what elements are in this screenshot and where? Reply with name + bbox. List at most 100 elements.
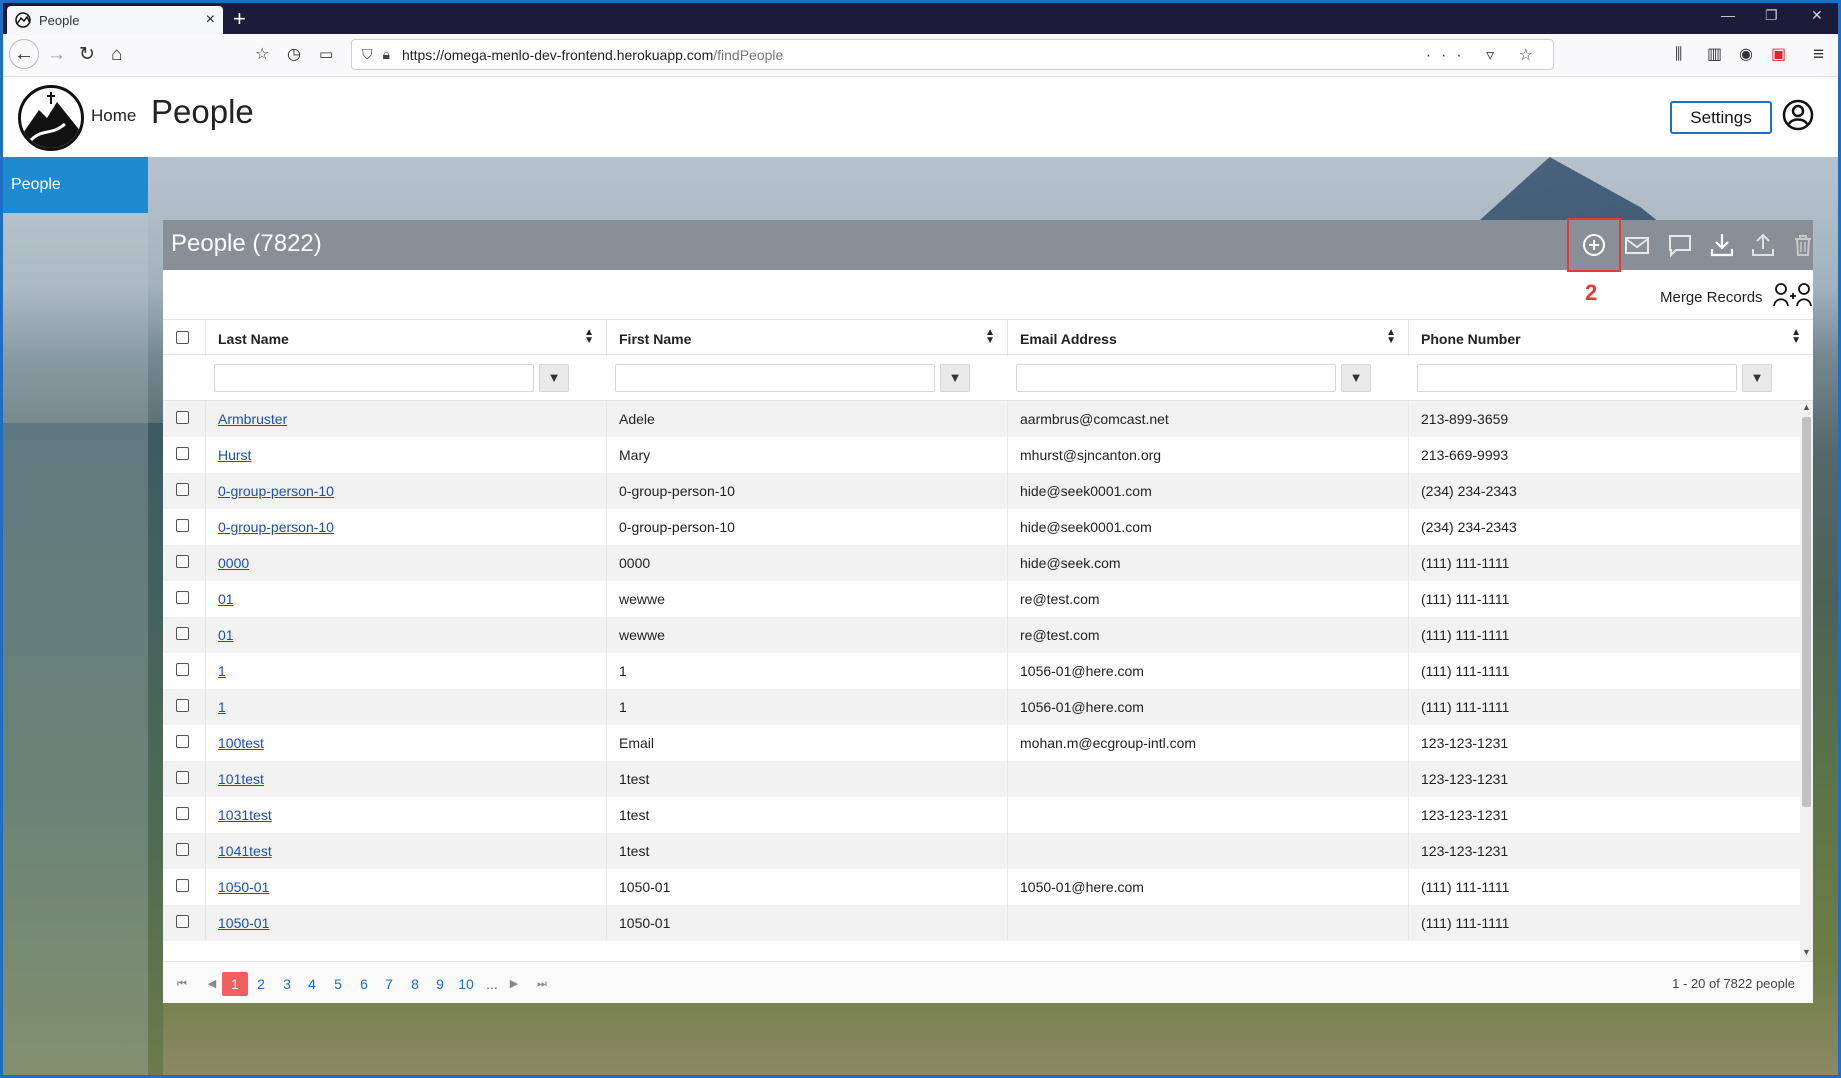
row-checkbox[interactable]	[176, 555, 189, 568]
row-checkbox[interactable]	[176, 735, 189, 748]
history-icon[interactable]: ◷	[287, 44, 301, 66]
table-row[interactable]: 0-group-person-10 0-group-person-10 hide@s…	[163, 509, 1813, 545]
row-checkbox[interactable]	[176, 447, 189, 460]
page-link[interactable]: 2	[248, 972, 274, 996]
first-name-filter-input[interactable]	[615, 364, 935, 392]
page-link[interactable]: 6	[351, 972, 377, 996]
merge-users-icon[interactable]	[1773, 282, 1813, 308]
last-page-icon[interactable]: ⏭	[529, 972, 555, 996]
person-link[interactable]: 0-group-person-10	[218, 519, 334, 535]
last-name-filter-input[interactable]	[214, 364, 534, 392]
home-link[interactable]: Home	[91, 106, 136, 126]
phone-filter-input[interactable]	[1417, 364, 1737, 392]
scroll-thumb[interactable]	[1802, 417, 1811, 807]
address-bar[interactable]: ⛉ 🔒︎ https://omega-menlo-dev-frontend.he…	[351, 39, 1554, 70]
row-checkbox[interactable]	[176, 771, 189, 784]
page-actions-icon[interactable]: ··· ▿ ☆	[1426, 45, 1543, 65]
column-header-email[interactable]: Email Address ▲ ▼	[1007, 320, 1408, 356]
filter-icon[interactable]: ▼	[1742, 364, 1772, 392]
table-row[interactable]: Hurst Mary mhurst@sjncanton.org 213-669-999…	[163, 437, 1813, 473]
minimize-icon[interactable]: —	[1721, 7, 1735, 23]
upload-icon[interactable]	[1749, 231, 1777, 259]
pager-ellipsis[interactable]: ...	[479, 972, 505, 996]
row-checkbox[interactable]	[176, 483, 189, 496]
library-icon[interactable]: ⫼	[1675, 44, 1682, 66]
scroll-down-icon[interactable]: ▼	[1802, 947, 1811, 957]
browser-tab[interactable]: People ×	[7, 6, 223, 34]
reload-icon[interactable]: ↻	[79, 44, 95, 66]
folder-icon[interactable]: ▭	[319, 44, 333, 66]
new-tab-icon[interactable]: +	[233, 6, 246, 32]
person-link[interactable]: 1050-01	[218, 915, 269, 931]
table-row[interactable]: 01 wewwe re@test.com (111) 111-1111	[163, 581, 1813, 617]
page-link[interactable]: 3	[274, 972, 300, 996]
row-checkbox[interactable]	[176, 411, 189, 424]
menu-icon[interactable]: ≡	[1813, 44, 1824, 66]
column-header-phone[interactable]: Phone Number ▲ ▼	[1408, 320, 1813, 356]
table-scrollbar[interactable]: ▲ ▼	[1800, 401, 1813, 961]
page-link[interactable]: 7	[376, 972, 402, 996]
row-checkbox[interactable]	[176, 699, 189, 712]
close-window-icon[interactable]: ✕	[1811, 7, 1823, 24]
table-row[interactable]: 1 1 1056-01@here.com (111) 111-1111	[163, 653, 1813, 689]
filter-icon[interactable]: ▼	[940, 364, 970, 392]
forward-icon[interactable]: →	[47, 44, 66, 66]
person-link[interactable]: 100test	[218, 735, 264, 751]
person-link[interactable]: 101test	[218, 771, 264, 787]
message-icon[interactable]	[1666, 231, 1694, 259]
tab-close-icon[interactable]: ×	[206, 11, 215, 29]
sidebar-item-people[interactable]: People	[3, 157, 148, 213]
sort-icon[interactable]: ▲ ▼	[1386, 328, 1396, 346]
table-row[interactable]: 1050-01 1050-01 1050-01@here.com (111) 111-…	[163, 869, 1813, 905]
pocket-icon[interactable]: ▣	[1771, 44, 1786, 66]
sidebar-toggle-icon[interactable]: ▥	[1707, 44, 1722, 66]
logo[interactable]	[18, 85, 84, 151]
sort-icon[interactable]: ▲ ▼	[1791, 328, 1801, 346]
person-link[interactable]: Hurst	[218, 447, 251, 463]
trash-icon[interactable]	[1789, 231, 1817, 259]
select-all-checkbox[interactable]	[176, 331, 189, 344]
back-icon[interactable]: ←	[9, 39, 39, 69]
page-link[interactable]: 8	[402, 972, 428, 996]
page-link[interactable]: 9	[427, 972, 453, 996]
table-row[interactable]: 100test Email mohan.m@ecgroup-intl.com 123-…	[163, 725, 1813, 761]
table-row[interactable]: Armbruster Adele aarmbrus@comcast.net 213-8…	[163, 401, 1813, 437]
scroll-up-icon[interactable]: ▲	[1802, 402, 1811, 412]
row-checkbox[interactable]	[176, 519, 189, 532]
download-icon[interactable]	[1708, 231, 1736, 259]
table-row[interactable]: 1031test 1test 123-123-1231	[163, 797, 1813, 833]
row-checkbox[interactable]	[176, 627, 189, 640]
user-profile-icon[interactable]	[1782, 99, 1814, 131]
row-checkbox[interactable]	[176, 915, 189, 928]
person-link[interactable]: Armbruster	[218, 411, 287, 427]
bookmark-add-icon[interactable]: ☆	[255, 44, 269, 66]
person-link[interactable]: 1050-01	[218, 879, 269, 895]
page-link[interactable]: 5	[325, 972, 351, 996]
filter-icon[interactable]: ▼	[539, 364, 569, 392]
email-filter-input[interactable]	[1016, 364, 1336, 392]
person-link[interactable]: 1	[218, 663, 226, 679]
page-link[interactable]: 4	[299, 972, 325, 996]
person-link[interactable]: 0-group-person-10	[218, 483, 334, 499]
row-checkbox[interactable]	[176, 591, 189, 604]
person-link[interactable]: 1	[218, 699, 226, 715]
person-link[interactable]: 0000	[218, 555, 249, 571]
restore-icon[interactable]: ❐	[1765, 7, 1778, 24]
table-row[interactable]: 01 wewwe re@test.com (111) 111-1111	[163, 617, 1813, 653]
person-link[interactable]: 01	[218, 627, 234, 643]
email-icon[interactable]	[1623, 231, 1651, 259]
home-icon[interactable]: ⌂	[111, 44, 122, 66]
table-row[interactable]: 1041test 1test 123-123-1231	[163, 833, 1813, 869]
row-checkbox[interactable]	[176, 663, 189, 676]
person-link[interactable]: 01	[218, 591, 234, 607]
sort-icon[interactable]: ▲ ▼	[584, 328, 594, 346]
first-page-icon[interactable]: ⏮	[169, 972, 195, 996]
table-row[interactable]: 0-group-person-10 0-group-person-10 hide@s…	[163, 473, 1813, 509]
column-header-first-name[interactable]: First Name ▲ ▼	[606, 320, 1007, 356]
page-link[interactable]: 10	[453, 972, 479, 996]
row-checkbox[interactable]	[176, 879, 189, 892]
row-checkbox[interactable]	[176, 807, 189, 820]
merge-records-label[interactable]: Merge Records	[1660, 289, 1763, 306]
row-checkbox[interactable]	[176, 843, 189, 856]
person-link[interactable]: 1031test	[218, 807, 272, 823]
